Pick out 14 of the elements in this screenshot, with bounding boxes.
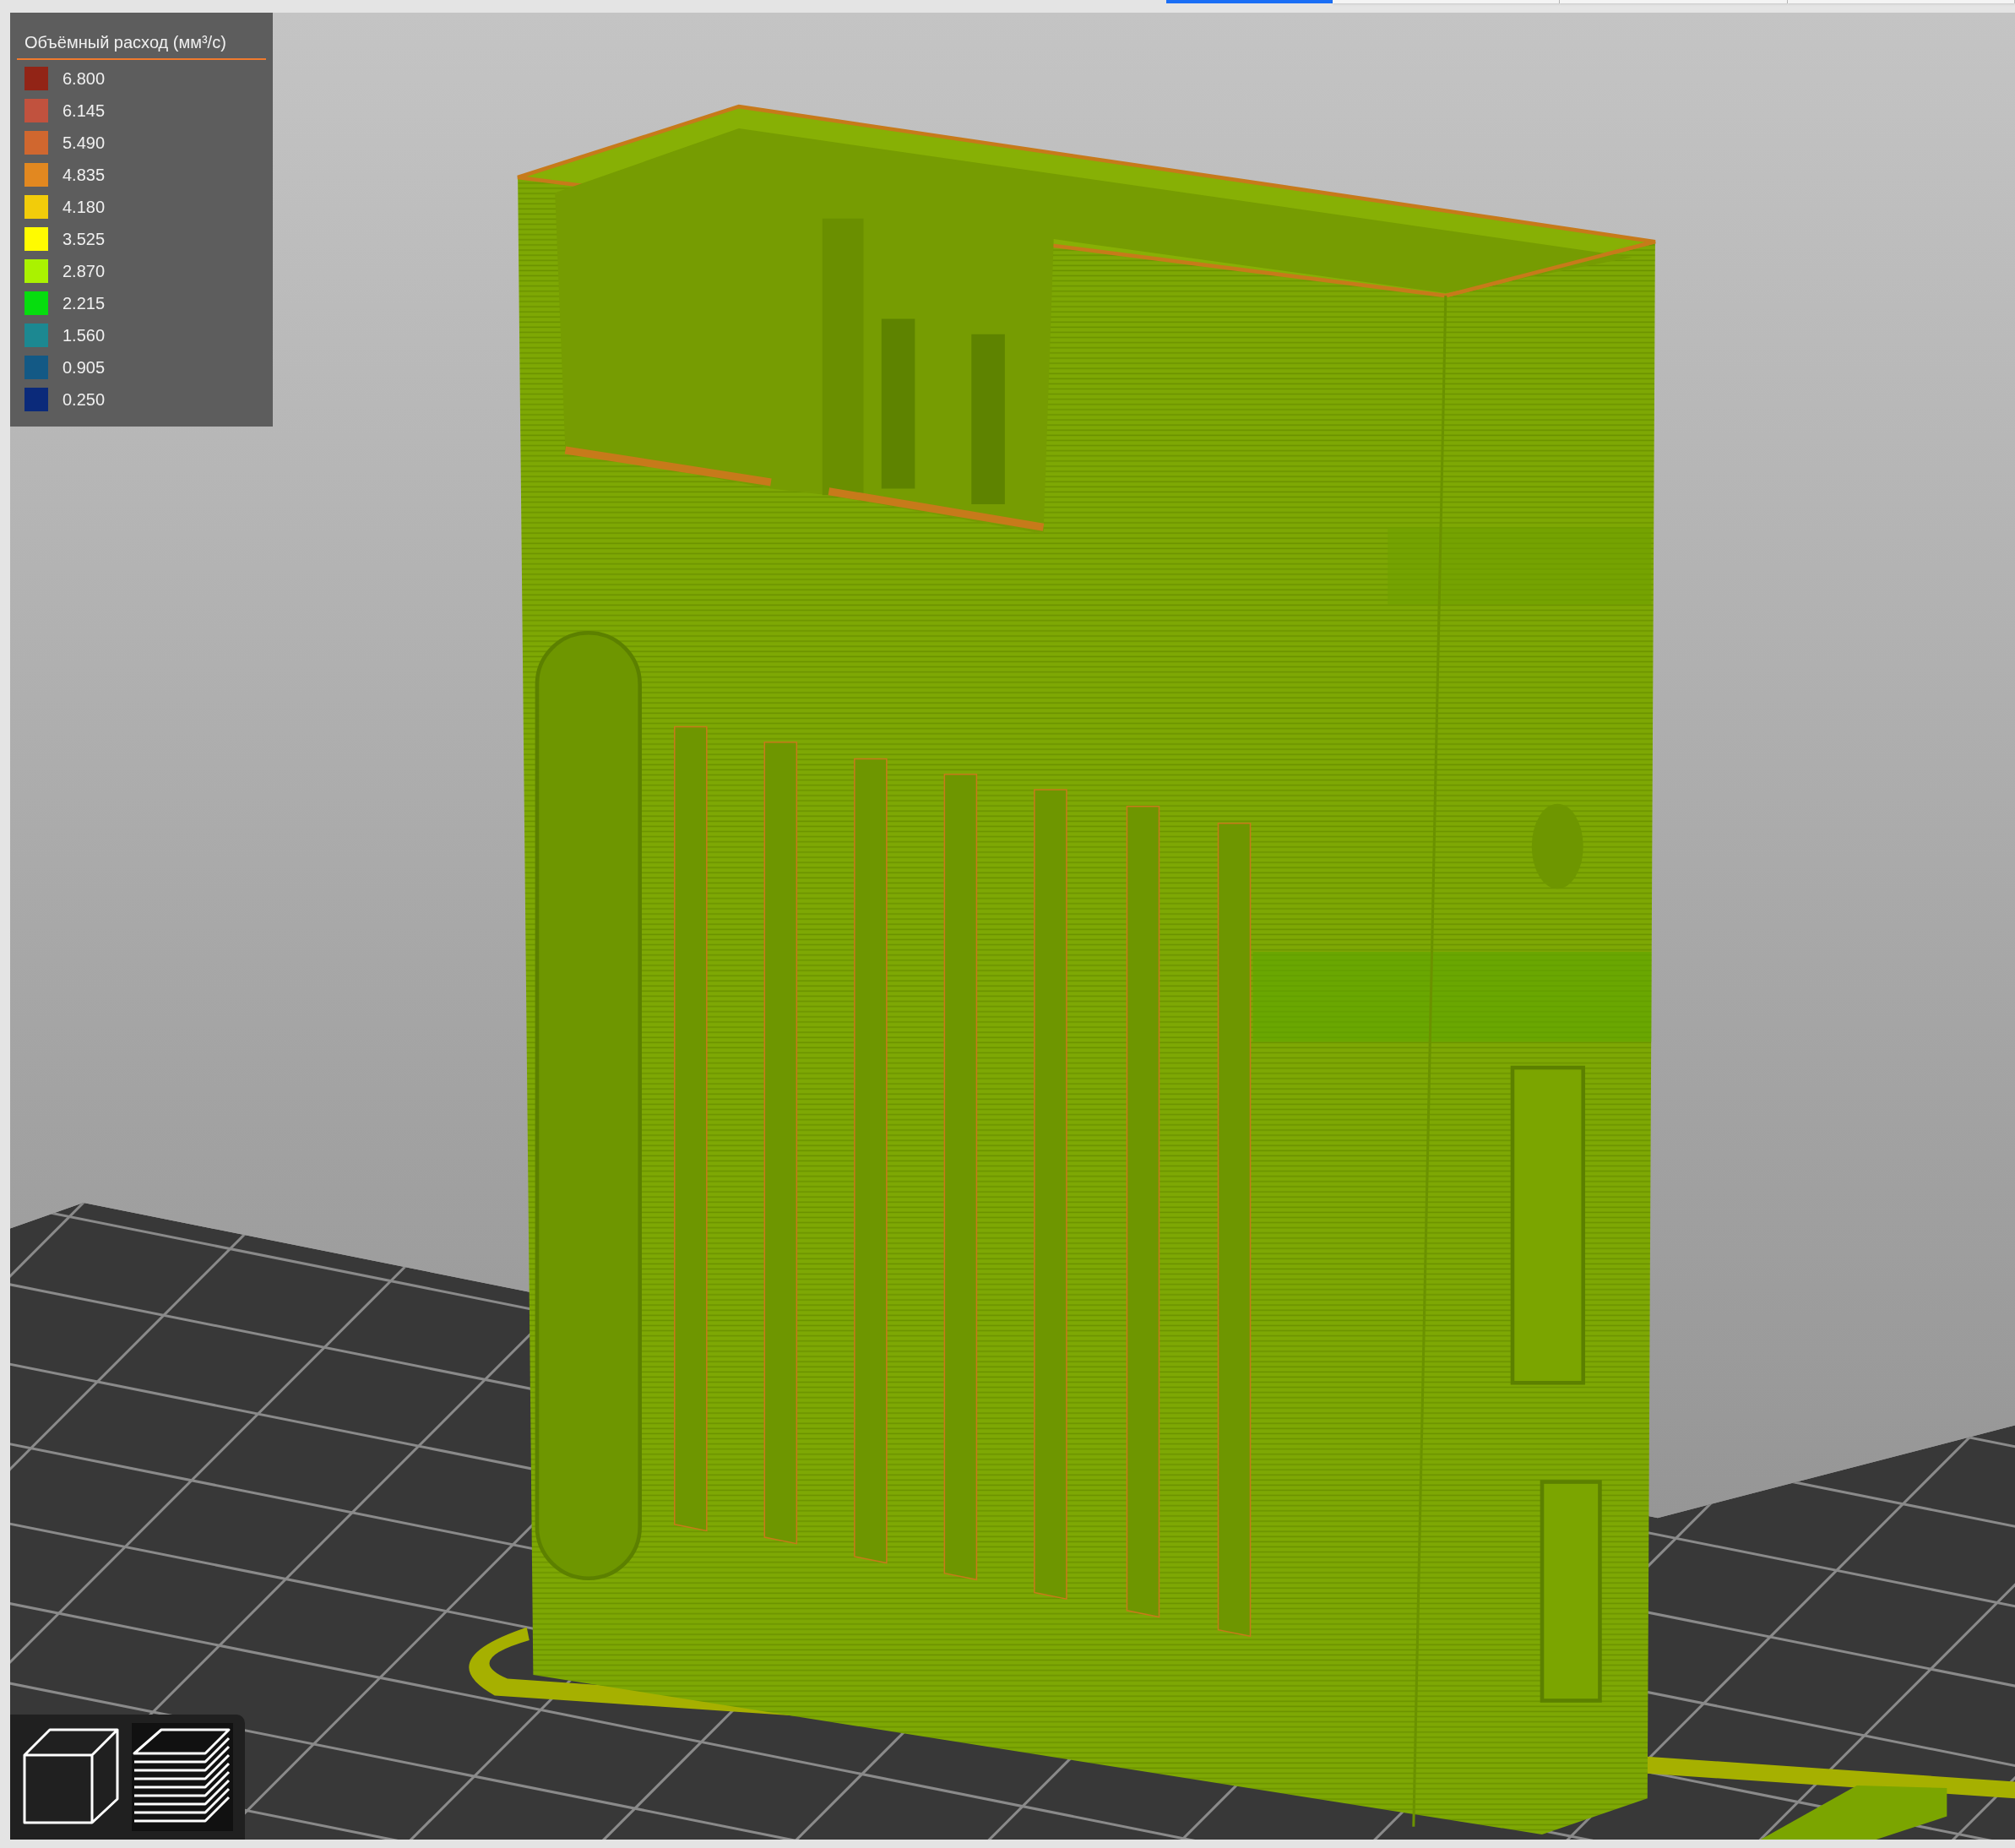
legend-title: Объёмный расход (мм³/с) xyxy=(17,31,266,60)
legend-value: 0.250 xyxy=(62,389,106,410)
legend-value: 4.180 xyxy=(62,197,106,218)
legend-value: 1.560 xyxy=(62,325,106,346)
legend-value: 2.870 xyxy=(62,261,106,282)
legend-value: 3.525 xyxy=(62,229,106,250)
tab[interactable] xyxy=(1166,0,1333,3)
legend-value: 5.490 xyxy=(62,133,106,154)
legend-value: 6.145 xyxy=(62,101,106,122)
legend-value: 4.835 xyxy=(62,165,106,186)
legend-value: 6.800 xyxy=(62,68,106,90)
preview-button[interactable] xyxy=(132,1723,233,1831)
legend-value: 0.905 xyxy=(62,357,106,378)
legend-value: 2.215 xyxy=(62,293,106,314)
